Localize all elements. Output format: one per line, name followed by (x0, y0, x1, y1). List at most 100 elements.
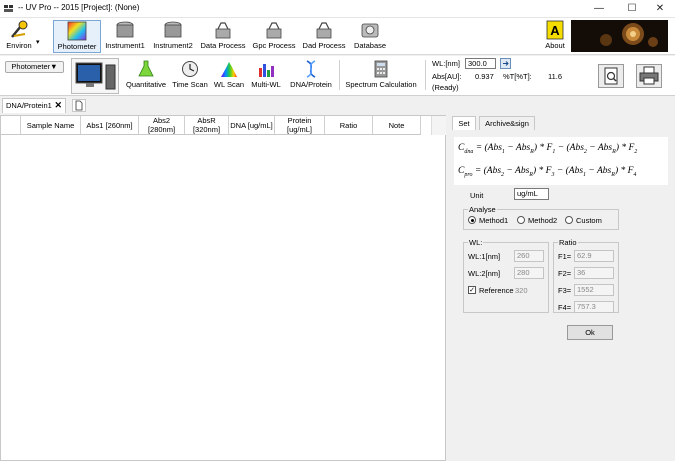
clock-icon (182, 61, 198, 77)
wl2-label: WL:2[nm] (468, 269, 501, 278)
row-header-corner[interactable] (1, 116, 21, 135)
print-preview-button[interactable] (598, 64, 624, 88)
column-header-protein[interactable]: Protein [ug/mL] (275, 116, 325, 135)
brand-logo-image (571, 20, 668, 52)
about-button[interactable]: A About (542, 20, 568, 53)
main-toolbar: Environ ▾ Photometer Instrument1 Instrum… (0, 18, 675, 55)
close-tab-icon[interactable]: ✕ (54, 99, 62, 112)
toolbar-separator (339, 60, 340, 90)
title-bar: -- UV Pro -- 2015 [Project]: (None) — ☐ … (0, 0, 675, 18)
method2-label[interactable]: Method2 (528, 216, 557, 225)
wl-scan-button[interactable]: WL Scan (213, 60, 245, 94)
wl2-input[interactable]: 280 (514, 267, 544, 279)
column-header-dna[interactable]: DNA [ug/mL] (229, 116, 275, 135)
dad-process-button[interactable]: Dad Process (300, 20, 348, 53)
spectrum-calculation-button[interactable]: Spectrum Calculation (343, 60, 419, 94)
new-document-icon (75, 100, 83, 111)
photometer-mode-menu[interactable]: Photometer▼ (5, 61, 64, 73)
f4-input[interactable]: 757.3 (574, 301, 614, 313)
column-header-ratio[interactable]: Ratio (325, 116, 373, 135)
go-to-wavelength-icon[interactable] (500, 58, 511, 69)
transmittance-label: %T[%T]: (503, 72, 532, 81)
column-header-abs2[interactable]: Abs2 [280nm] (139, 116, 185, 135)
database-icon (361, 23, 379, 38)
computer-icon (75, 62, 116, 90)
printer-icon (639, 66, 659, 85)
analyse-group-title: Analyse (468, 205, 497, 214)
vertical-scrollbar[interactable] (431, 116, 446, 135)
unit-label: Unit (470, 191, 484, 200)
photometer-icon (67, 21, 87, 41)
column-header-note[interactable]: Note (373, 116, 421, 135)
environ-icon (11, 20, 28, 38)
instrument-icon (164, 21, 182, 38)
instrument1-button[interactable]: Instrument1 (104, 20, 146, 53)
wl-group: WL: WL:1[nm] 260 WL:2[nm] 280 ✓ Referenc… (463, 238, 549, 313)
wl1-label: WL:1[nm] (468, 252, 501, 261)
window-title: -- UV Pro -- 2015 [Project]: (None) (18, 3, 140, 12)
multi-wl-button[interactable]: Multi-WL (249, 60, 283, 94)
f2-input[interactable]: 36 (574, 267, 614, 279)
maximize-button[interactable]: ☐ (617, 0, 647, 18)
column-header-sample-name[interactable]: Sample Name (21, 116, 81, 135)
spectrum-icon (221, 62, 237, 77)
quantitative-button[interactable]: Quantitative (125, 60, 167, 94)
environ-dropdown-icon[interactable]: ▾ (36, 38, 40, 46)
wl-group-title: WL: (468, 238, 484, 247)
instrument-icon (116, 21, 134, 38)
wl1-input[interactable]: 260 (514, 250, 544, 262)
method1-label[interactable]: Method1 (479, 216, 508, 225)
tab-archive-sign[interactable]: Archive&sign (479, 116, 535, 130)
toolbar-separator (425, 60, 426, 90)
method2-radio[interactable] (517, 216, 525, 224)
wavelength-input[interactable]: 300.0 (465, 58, 496, 69)
new-document-button[interactable] (72, 99, 86, 112)
method1-radio[interactable] (468, 216, 476, 224)
measurement-readout: WL:[nm] 300.0 Abs[AU]: 0.937 %T[%T]: 11.… (432, 58, 572, 94)
unit-input[interactable]: ug/mL (514, 188, 549, 200)
f3-label: F3= (558, 286, 572, 295)
photometer-toolbar-button[interactable]: Photometer (53, 20, 101, 53)
status-text: (Ready) (432, 83, 459, 92)
f1-label: F1= (558, 252, 572, 261)
f3-input[interactable]: 1552 (574, 284, 614, 296)
f1-input[interactable]: 62.9 (574, 250, 614, 262)
multi-bar-icon (259, 64, 274, 77)
reference-checkbox[interactable]: ✓ (468, 286, 476, 294)
minimize-button[interactable]: — (584, 0, 614, 18)
time-scan-button[interactable]: Time Scan (171, 60, 209, 94)
ratio-group: Ratio F1= 62.9 F2= 36 F3= 1552 F4= 757.3 (553, 238, 619, 313)
print-button[interactable] (636, 64, 662, 88)
dna-icon (306, 60, 316, 78)
dna-formula: Cdna = (Abs1 − AbsR) * F1 − (Abs2 − AbsR… (458, 143, 638, 155)
environ-button[interactable]: Environ (3, 20, 35, 53)
dad-process-icon (316, 22, 332, 39)
reference-label[interactable]: Reference (479, 286, 514, 295)
gpc-process-icon (266, 22, 282, 39)
protein-formula: Cpro = (Abs2 − AbsR) * F3 − (Abs1 − AbsR… (458, 166, 637, 178)
document-tab[interactable]: DNA/Protein1 ✕ (2, 98, 66, 113)
ok-button[interactable]: Ok (567, 325, 613, 340)
custom-label[interactable]: Custom (576, 216, 602, 225)
instrument2-button[interactable]: Instrument2 (151, 20, 195, 53)
custom-radio[interactable] (565, 216, 573, 224)
flask-icon (138, 60, 154, 77)
results-table: Sample Name Abs1 [260nm] Abs2 [280nm] Ab… (0, 115, 446, 461)
f4-label: F4= (558, 303, 572, 312)
database-button[interactable]: Database (352, 20, 388, 53)
column-header-absr[interactable]: AbsR [320nm] (185, 116, 229, 135)
data-process-button[interactable]: Data Process (199, 20, 247, 53)
about-icon: A (546, 20, 564, 40)
close-button[interactable]: ✕ (645, 0, 675, 18)
ratio-group-title: Ratio (558, 238, 578, 247)
gpc-process-button[interactable]: Gpc Process (251, 20, 297, 53)
app-icon (4, 5, 13, 12)
calculator-icon (374, 60, 388, 78)
wl-label: WL:[nm] (432, 59, 460, 68)
reference-value[interactable]: 320 (515, 286, 528, 295)
dna-protein-button[interactable]: DNA/Protein (287, 60, 335, 94)
photometer-device-button[interactable] (71, 58, 119, 94)
sub-toolbar: Photometer▼ Quantitative Time Scan WL Sc… (0, 56, 675, 96)
column-header-abs1[interactable]: Abs1 [260nm] (81, 116, 139, 135)
tab-set[interactable]: Set (452, 116, 476, 130)
